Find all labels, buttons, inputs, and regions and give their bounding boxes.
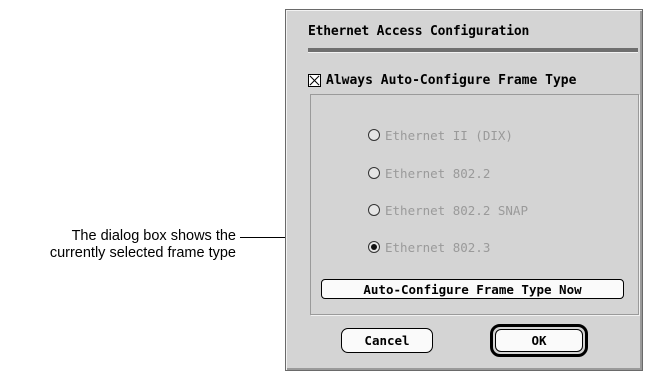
radio-ethernet-802-2[interactable]: Ethernet 802.2 <box>368 164 490 182</box>
radio-button-ethernet-802-2[interactable] <box>368 167 380 179</box>
callout-caption: The dialog box shows the currently selec… <box>0 228 236 262</box>
radio-button-ethernet-802-2-snap[interactable] <box>368 204 380 216</box>
radio-label-ethernet-ii: Ethernet II (DIX) <box>385 127 513 143</box>
callout-line-1: The dialog box shows the <box>71 228 236 244</box>
radio-ethernet-802-3[interactable]: Ethernet 802.3 <box>368 238 490 256</box>
ok-button[interactable]: OK <box>495 329 583 352</box>
radio-label-ethernet-802-3: Ethernet 802.3 <box>385 239 491 255</box>
radio-label-ethernet-802-2-snap: Ethernet 802.2 SNAP <box>385 202 528 218</box>
radio-ethernet-802-2-snap[interactable]: Ethernet 802.2 SNAP <box>368 201 528 219</box>
radio-ethernet-ii[interactable]: Ethernet II (DIX) <box>368 126 513 144</box>
radio-button-ethernet-ii[interactable] <box>368 129 380 141</box>
cancel-button[interactable]: Cancel <box>341 328 433 353</box>
radio-label-ethernet-802-2: Ethernet 802.2 <box>385 165 491 181</box>
always-auto-configure-checkbox[interactable] <box>308 73 321 87</box>
auto-configure-now-button[interactable]: Auto-Configure Frame Type Now <box>321 279 624 299</box>
always-auto-configure-label: Always Auto-Configure Frame Type <box>326 72 577 88</box>
ethernet-access-dialog: Ethernet Access Configuration Always Aut… <box>285 9 643 371</box>
always-auto-configure-checkbox-row[interactable]: Always Auto-Configure Frame Type <box>308 71 576 89</box>
title-divider <box>308 48 638 53</box>
dialog-title: Ethernet Access Configuration <box>308 24 530 39</box>
radio-button-ethernet-802-3[interactable] <box>368 241 380 253</box>
callout-line-2: currently selected frame type <box>49 245 236 261</box>
